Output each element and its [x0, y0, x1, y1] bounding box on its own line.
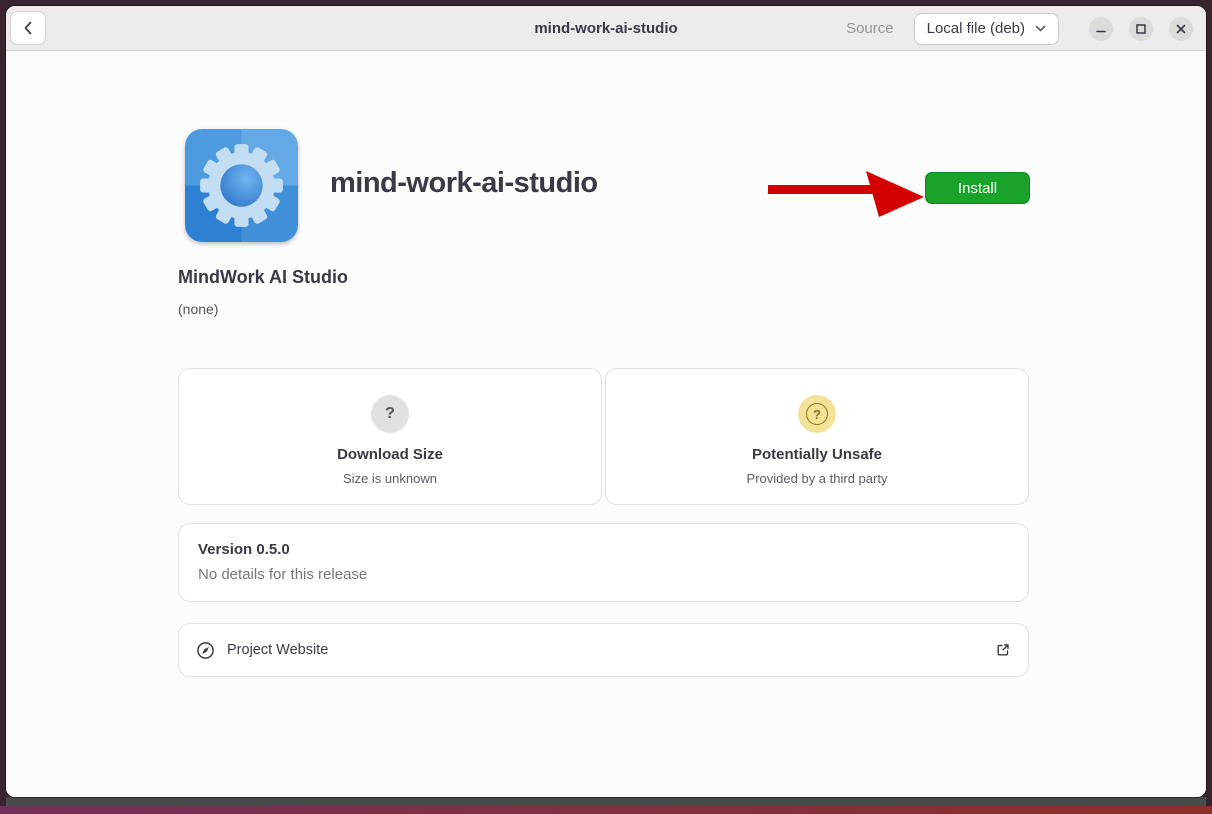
version-title: Version 0.5.0	[198, 541, 1009, 558]
headerbar-right: Source Local file (deb)	[846, 6, 1193, 51]
version-card: Version 0.5.0 No details for this releas…	[178, 523, 1029, 602]
website-label: Project Website	[227, 642, 328, 658]
app-details-page: mind-work-ai-studio Install MindWork AI …	[6, 51, 1206, 797]
context-tiles: ? Download Size Size is unknown ? Potent…	[178, 368, 1029, 505]
external-link-icon	[995, 642, 1011, 658]
software-window: mind-work-ai-studio Source Local file (d…	[6, 6, 1206, 797]
project-website-row[interactable]: Project Website	[178, 623, 1029, 677]
question-circle-icon: ?	[798, 395, 836, 433]
app-developer: (none)	[178, 301, 218, 317]
source-label: Source	[846, 20, 894, 37]
chevron-down-icon	[1035, 25, 1046, 32]
question-mark-icon: ?	[371, 395, 409, 433]
safety-tile[interactable]: ? Potentially Unsafe Provided by a third…	[605, 368, 1029, 505]
tile-subtitle: Size is unknown	[343, 471, 437, 486]
desktop-wallpaper-gradient	[0, 806, 1212, 814]
app-display-name: MindWork AI Studio	[178, 267, 348, 288]
page-title: mind-work-ai-studio	[330, 167, 598, 200]
tile-title: Potentially Unsafe	[752, 446, 882, 463]
maximize-button[interactable]	[1129, 17, 1153, 41]
tile-subtitle: Provided by a third party	[747, 471, 888, 486]
source-dropdown[interactable]: Local file (deb)	[914, 13, 1059, 45]
chevron-left-icon	[22, 20, 34, 36]
close-button[interactable]	[1169, 17, 1193, 41]
back-button[interactable]	[10, 11, 46, 45]
desktop-background: mind-work-ai-studio Source Local file (d…	[0, 0, 1212, 814]
maximize-icon	[1135, 23, 1147, 35]
source-dropdown-value: Local file (deb)	[927, 20, 1025, 37]
headerbar: mind-work-ai-studio Source Local file (d…	[6, 6, 1206, 51]
minimize-button[interactable]	[1089, 17, 1113, 41]
app-icon	[185, 129, 298, 242]
compass-icon	[196, 641, 215, 660]
minimize-icon	[1095, 23, 1107, 35]
tile-title: Download Size	[337, 446, 443, 463]
install-button-label: Install	[958, 180, 997, 197]
red-arrow-icon	[756, 159, 936, 229]
close-icon	[1175, 23, 1187, 35]
install-button[interactable]: Install	[925, 172, 1030, 204]
download-size-tile[interactable]: ? Download Size Size is unknown	[178, 368, 602, 505]
version-subtitle: No details for this release	[198, 566, 1009, 583]
